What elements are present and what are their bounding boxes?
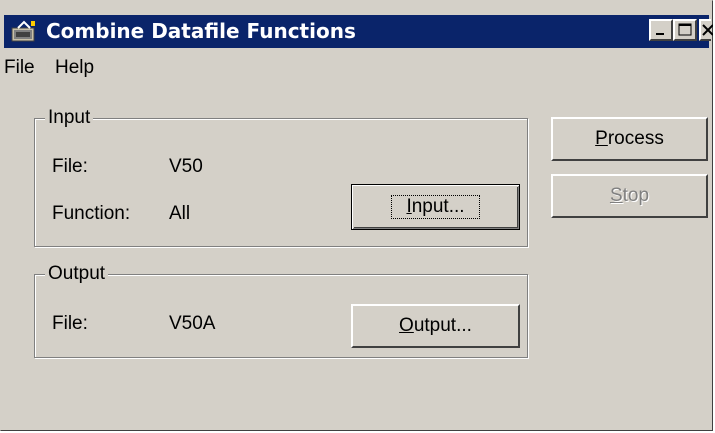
process-button[interactable]: Process [551,117,708,161]
menu-bar: File Help [4,51,709,85]
input-button[interactable]: Input... [351,184,520,230]
function-label: Function: [52,203,131,224]
app-icon [11,20,35,42]
input-file-value: V50 [169,156,203,177]
output-file-label: File: [52,313,88,334]
output-button-accel: O [399,315,414,336]
input-file-label: File: [52,156,88,177]
input-button-focus: Input... [391,195,480,219]
output-button[interactable]: Output... [351,304,520,348]
stop-button-accel: S [609,185,623,206]
menu-help[interactable]: Help [55,57,94,79]
close-icon [702,24,713,36]
input-button-label: nput... [411,196,465,217]
function-value: All [169,203,191,224]
input-group-legend: Input [45,107,94,129]
output-group-legend: Output [45,263,109,285]
window-title: Combine Datafile Functions [46,19,356,43]
minimize-button[interactable] [649,19,673,41]
maximize-icon [678,23,692,36]
process-button-label: rocess [607,128,664,149]
maximize-button[interactable] [673,19,697,41]
stop-button-label: top [622,185,650,206]
output-file-value: V50A [169,313,216,334]
close-button[interactable] [699,19,713,41]
stop-button[interactable]: Stop [551,174,708,218]
app-window: Combine Datafile Functions File Help Inp… [0,0,713,431]
title-bar[interactable]: Combine Datafile Functions [4,15,713,48]
process-button-accel: P [595,128,608,149]
minimize-icon [656,33,664,35]
output-button-label: utput... [413,315,472,336]
menu-file[interactable]: File [4,57,35,79]
